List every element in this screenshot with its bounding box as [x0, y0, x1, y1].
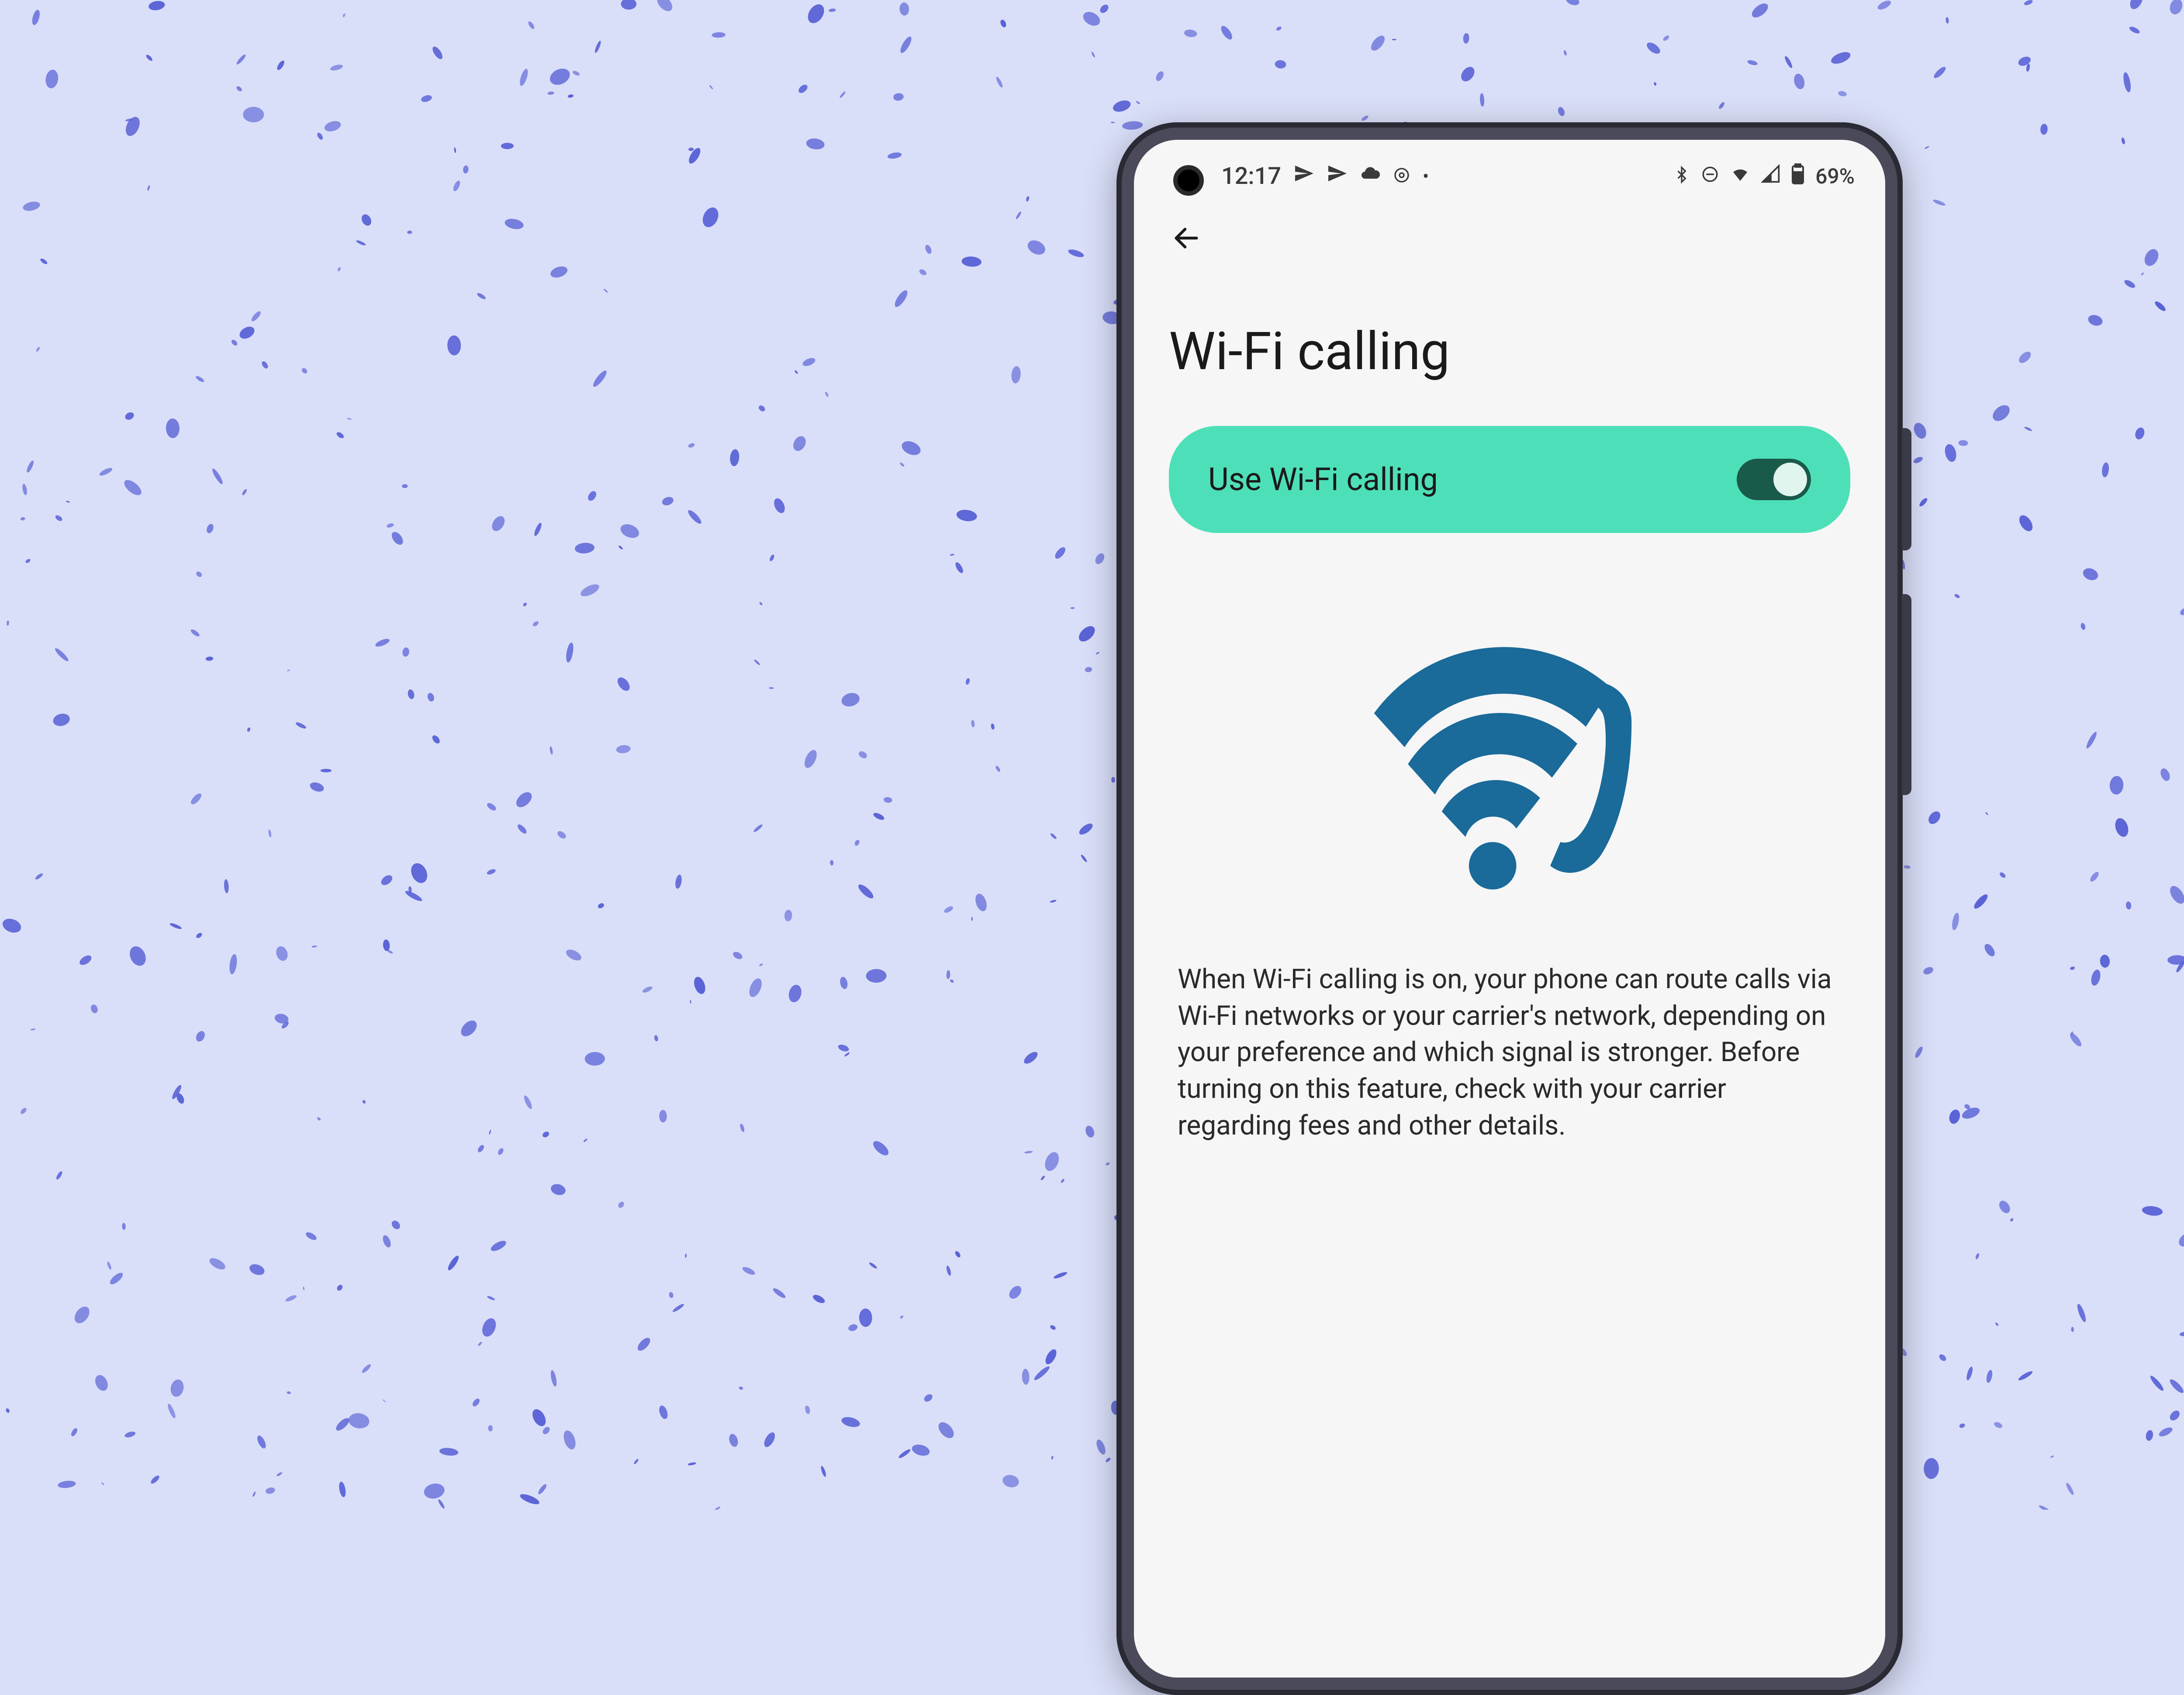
battery-percent: 69% [1815, 164, 1855, 189]
toggle-label: Use Wi-Fi calling [1208, 461, 1438, 498]
toggle-thumb [1773, 463, 1807, 496]
nav-area [1134, 199, 1885, 269]
description-text: When Wi-Fi calling is on, your phone can… [1134, 944, 1885, 1161]
bluetooth-icon [1673, 164, 1690, 189]
cloud-icon [1360, 163, 1381, 190]
status-left: 12:17 • [1221, 163, 1429, 190]
phone-volume-button [1902, 594, 1911, 795]
phone-frame: 12:17 • [1116, 122, 1903, 1695]
status-dot: • [1423, 166, 1429, 187]
dnd-icon [1701, 164, 1719, 189]
wifi-calling-illustration [1134, 550, 1885, 944]
camera-punch-hole [1173, 165, 1204, 196]
status-bar: 12:17 • [1134, 140, 1885, 199]
phone-screen: 12:17 • [1134, 140, 1885, 1678]
settings-icon [1393, 163, 1410, 190]
battery-icon [1791, 163, 1805, 190]
status-right: 69% [1673, 163, 1855, 190]
send-icon-2 [1327, 163, 1348, 190]
page-title: Wi-Fi calling [1134, 269, 1885, 408]
wifi-calling-toggle-card[interactable]: Use Wi-Fi calling [1169, 426, 1850, 533]
back-button[interactable] [1169, 221, 1204, 256]
status-time: 12:17 [1221, 163, 1281, 190]
phone-power-button [1902, 428, 1911, 550]
signal-icon [1761, 164, 1780, 189]
wifi-icon [1730, 163, 1751, 190]
toggle-switch[interactable] [1737, 459, 1811, 500]
send-icon [1293, 163, 1314, 190]
